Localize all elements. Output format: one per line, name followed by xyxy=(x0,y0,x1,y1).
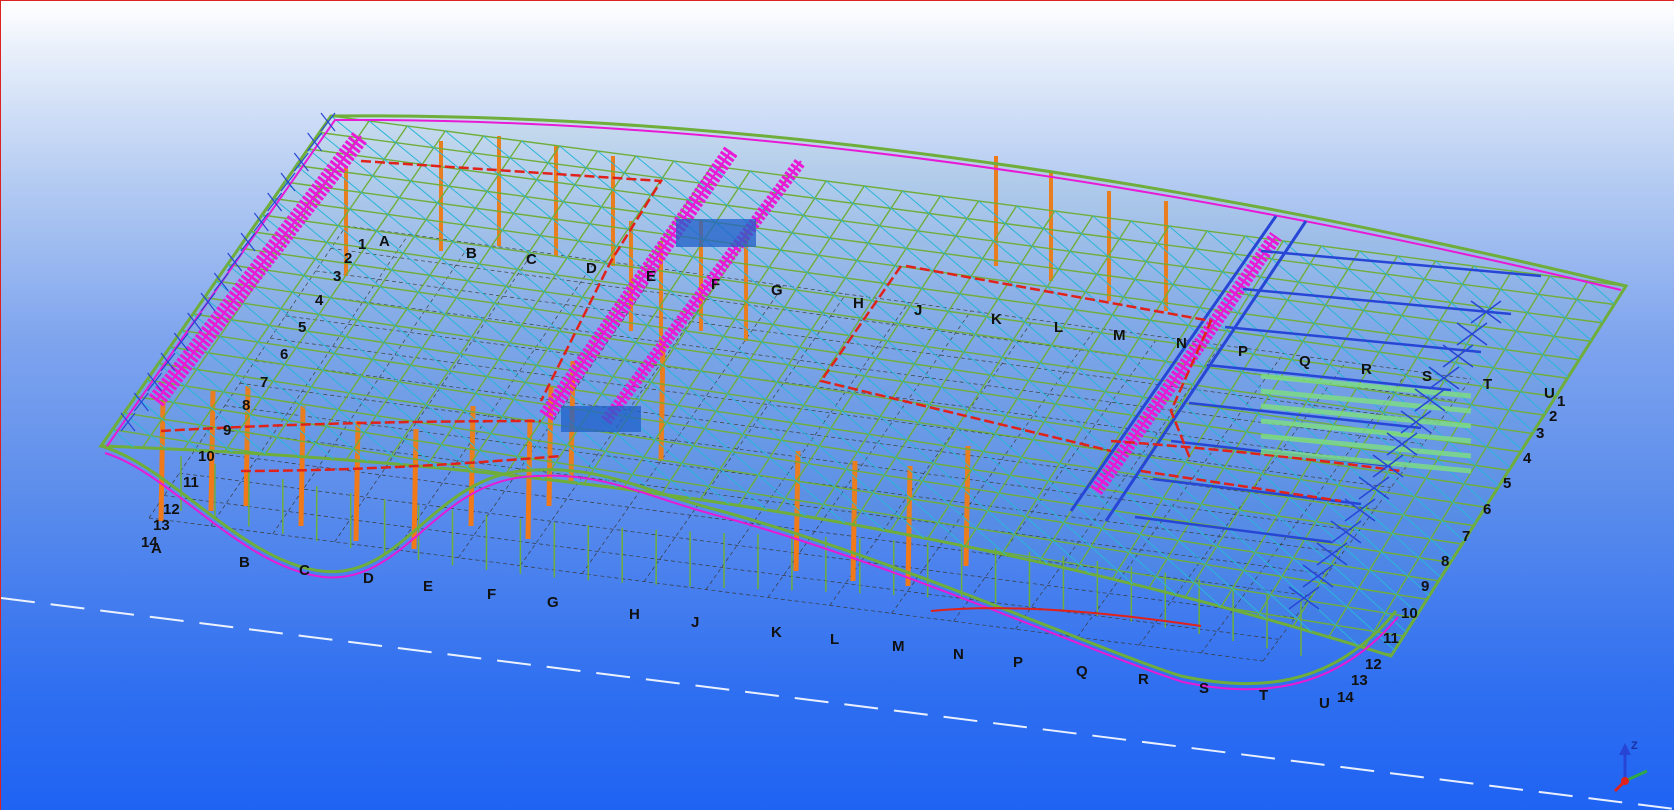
roof-web xyxy=(1106,588,1134,614)
grid-label-top-C: C xyxy=(526,251,537,268)
grid-label-top-F: F xyxy=(711,276,720,293)
grid-label-front-M: M xyxy=(892,638,905,655)
roof-web xyxy=(494,490,522,515)
grid-label-top-D: D xyxy=(586,260,597,277)
grid-label-left-13: 13 xyxy=(153,517,170,534)
roof-web xyxy=(265,453,293,478)
grid-label-top-Q: Q xyxy=(1299,353,1311,370)
grid-label-left-5: 5 xyxy=(298,319,306,336)
grid-label-top-E: E xyxy=(646,268,656,285)
grid-label-left-9: 9 xyxy=(223,422,231,439)
grid-label-top-P: P xyxy=(1238,343,1248,360)
grid-label-right-3: 3 xyxy=(1536,425,1544,442)
grid-label-right-7: 7 xyxy=(1462,528,1470,545)
grid-label-left-7: 7 xyxy=(260,374,268,391)
roof-web xyxy=(1067,582,1096,607)
grid-label-right-8: 8 xyxy=(1441,553,1449,570)
grid-label-front-G: G xyxy=(547,594,559,611)
roof-web xyxy=(620,491,649,516)
roof-web xyxy=(1182,600,1211,626)
model-viewport[interactable]: AABBCCDDEEFFGGHHJJKKLLMMNNPPQQRRSSTTUU11… xyxy=(0,0,1674,810)
grid-label-front-Q: Q xyxy=(1076,663,1088,680)
grid-label-right-5: 5 xyxy=(1503,475,1511,492)
grid-label-left-6: 6 xyxy=(280,346,288,363)
roof-web xyxy=(532,496,561,521)
grid-label-top-G: G xyxy=(771,282,783,299)
grid-label-top-S: S xyxy=(1422,368,1432,385)
grid-label-top-R: R xyxy=(1361,361,1372,378)
grid-label-left-10: 10 xyxy=(198,448,215,465)
grid-label-right-10: 10 xyxy=(1401,605,1418,622)
roof-web xyxy=(417,478,446,502)
roof-web xyxy=(1144,594,1172,620)
roof-web xyxy=(570,502,599,527)
grid-label-right-4: 4 xyxy=(1523,450,1532,467)
grid-label-left-2: 2 xyxy=(344,250,352,267)
grid-label-top-U: U xyxy=(1544,385,1555,402)
grid-label-top-L: L xyxy=(1054,319,1063,336)
grid-label-left-1: 1 xyxy=(358,236,366,253)
grid-label-left-8: 8 xyxy=(242,397,250,414)
grid-label-top-H: H xyxy=(853,295,864,312)
grid-label-right-14: 14 xyxy=(1337,689,1354,706)
grid-label-left-12: 12 xyxy=(163,501,180,518)
roof-web xyxy=(1029,575,1058,601)
grid-label-top-J: J xyxy=(914,302,922,319)
grid-label-front-U: U xyxy=(1319,695,1330,712)
grid-label-right-13: 13 xyxy=(1351,672,1368,689)
grid-label-left-11: 11 xyxy=(183,474,199,491)
grid-label-front-R: R xyxy=(1138,671,1149,688)
roof-web xyxy=(582,485,610,510)
grid-label-left-3: 3 xyxy=(333,268,341,285)
grid-label-right-6: 6 xyxy=(1483,501,1491,518)
ground-reference-line xyxy=(1,597,1674,810)
roof-web xyxy=(303,459,331,484)
grid-label-right-2: 2 xyxy=(1549,408,1557,425)
grid-label-front-K: K xyxy=(771,624,782,641)
grid-label-front-P: P xyxy=(1013,654,1023,671)
roof-web xyxy=(762,533,790,558)
grid-label-top-K: K xyxy=(991,311,1002,328)
grid-label-front-C: C xyxy=(299,562,310,579)
grid-label-front-F: F xyxy=(487,586,496,603)
blue-panel xyxy=(561,406,641,432)
grid-label-front-J: J xyxy=(691,614,699,631)
grid-label-top-M: M xyxy=(1113,327,1126,344)
grid-label-right-11: 11 xyxy=(1383,630,1399,647)
roof-web xyxy=(953,563,981,589)
grid-label-front-E: E xyxy=(423,578,433,595)
grid-label-right-12: 12 xyxy=(1365,656,1382,673)
grid-label-front-S: S xyxy=(1199,680,1209,697)
blue-panel xyxy=(676,219,756,247)
axis-triad-icon[interactable]: Z xyxy=(1613,740,1648,793)
grid-label-front-B: B xyxy=(239,554,250,571)
grid-label-top-A: A xyxy=(379,233,390,250)
axis-z-label: Z xyxy=(1631,740,1638,752)
grid-label-right-9: 9 xyxy=(1421,578,1429,595)
grid-label-left-14: 14 xyxy=(141,534,158,551)
grid-label-front-D: D xyxy=(363,570,374,587)
grid-label-top-B: B xyxy=(466,245,477,262)
grid-label-right-1: 1 xyxy=(1557,393,1565,410)
grid-label-front-H: H xyxy=(629,606,640,623)
grid-label-top-T: T xyxy=(1483,376,1492,393)
structural-model[interactable]: AABBCCDDEEFFGGHHJJKKLLMMNNPPQQRRSSTTUU11… xyxy=(1,1,1674,810)
grid-label-front-T: T xyxy=(1259,687,1268,704)
grid-label-top-N: N xyxy=(1176,335,1187,352)
grid-label-front-N: N xyxy=(953,646,964,663)
roof-web xyxy=(379,471,408,496)
grid-label-front-L: L xyxy=(830,631,839,648)
roof-web xyxy=(647,514,675,540)
grid-label-left-4: 4 xyxy=(315,292,324,309)
